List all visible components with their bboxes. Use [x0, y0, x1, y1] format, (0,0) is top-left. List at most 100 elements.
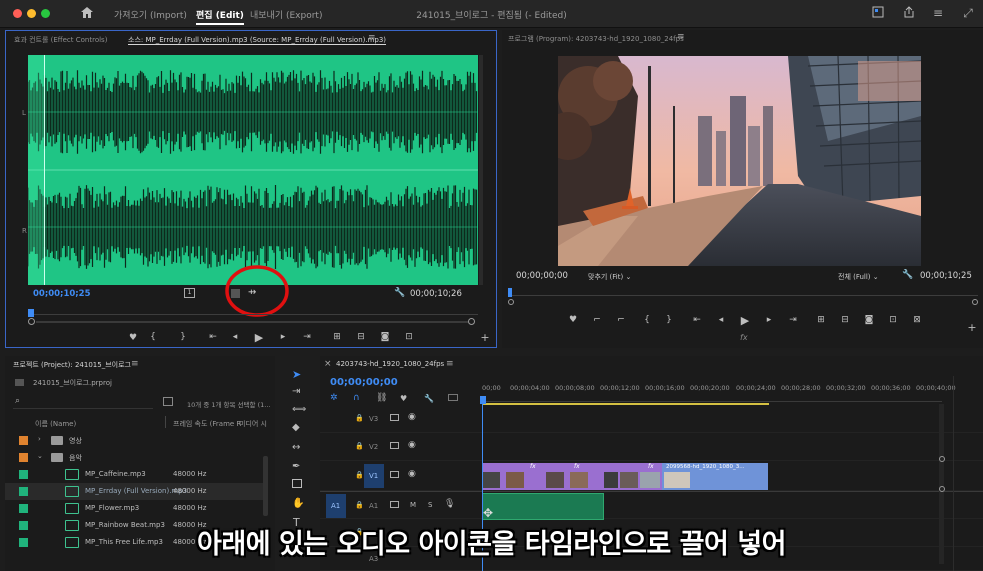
program-time-ruler[interactable]: [508, 288, 978, 297]
program-add-button-icon[interactable]: +: [965, 321, 979, 334]
snap-icon[interactable]: ∩: [353, 393, 360, 403]
program-play-button[interactable]: ▶: [738, 314, 752, 327]
sync-lock-icon[interactable]: [390, 471, 399, 478]
workspaces-menu-icon[interactable]: ≡: [931, 6, 945, 20]
overwrite-icon[interactable]: ⊟: [354, 332, 368, 342]
track-label-v2[interactable]: V2: [369, 443, 378, 451]
list-item-folder-video[interactable]: › 영상: [5, 432, 267, 449]
audio-file-icon[interactable]: [65, 469, 79, 480]
zoom-handle[interactable]: [939, 486, 945, 492]
audio-file-icon[interactable]: [65, 486, 79, 497]
column-name[interactable]: 이름 (Name): [35, 419, 76, 429]
sync-lock-icon[interactable]: [390, 442, 399, 449]
zoom-handle[interactable]: [939, 456, 945, 462]
sync-lock-icon[interactable]: [390, 414, 399, 421]
play-button[interactable]: ▶: [252, 331, 266, 344]
collapse-chevron-icon[interactable]: ⌄: [37, 452, 43, 460]
label-color-swatch[interactable]: [19, 453, 28, 462]
timeline-menu-icon[interactable]: ≡: [446, 359, 454, 369]
program-mark-in-icon[interactable]: ⌐: [590, 315, 604, 325]
fullscreen-icon[interactable]: ⤢: [961, 6, 975, 20]
list-item-folder-music[interactable]: ⌄ 음악: [5, 449, 267, 466]
track-select-tool-icon[interactable]: ⇥: [292, 386, 300, 397]
program-fx-icon[interactable]: fx: [740, 333, 748, 342]
eye-icon[interactable]: ◉: [408, 469, 416, 479]
source-zoom-right-handle[interactable]: [468, 318, 475, 325]
column-media[interactable]: 미디어 시: [239, 419, 267, 429]
quality-dropdown[interactable]: 전체 (Full) ⌄: [838, 272, 879, 282]
fit-dropdown[interactable]: 맞추기 (Fit) ⌄: [588, 272, 631, 282]
rectangle-tool-icon[interactable]: [292, 479, 302, 488]
timeline-ruler[interactable]: 00;00 00;00;04;00 00;00;08;00 00;00;12;0…: [482, 384, 956, 402]
mark-out-icon[interactable]: }: [176, 332, 190, 342]
source-ruler-playhead[interactable]: [28, 309, 34, 317]
program-current-timecode[interactable]: 00;00;00;00: [516, 271, 568, 281]
list-item-audio-selected[interactable]: MP_Errday (Full Version).mp3 48000 Hz: [5, 483, 267, 500]
program-zoom-right-handle[interactable]: [972, 299, 978, 305]
audio-file-icon[interactable]: [65, 503, 79, 514]
label-color-swatch[interactable]: [19, 436, 28, 445]
share-icon[interactable]: [902, 6, 916, 20]
lock-icon[interactable]: 🔒: [355, 414, 364, 422]
button-editor-icon[interactable]: ⊡: [402, 332, 416, 342]
list-item-audio[interactable]: MP_Caffeine.mp3 48000 Hz: [5, 466, 267, 483]
timeline-playhead-handle[interactable]: [480, 396, 486, 404]
program-go-to-in-icon[interactable]: ⇤: [690, 315, 704, 325]
project-panel-menu-icon[interactable]: ≡: [131, 359, 139, 369]
source-current-timecode[interactable]: 00;00;10;25: [33, 289, 91, 299]
tab-program[interactable]: 프로그램 (Program): 4203743-hd_1920_1080_24f…: [508, 30, 684, 46]
project-scrollbar[interactable]: [263, 456, 268, 516]
lock-icon[interactable]: 🔒: [355, 471, 364, 479]
source-panel-menu-icon[interactable]: ≡: [368, 33, 376, 43]
camera-export-frame-icon[interactable]: ◙: [378, 332, 392, 342]
step-back-icon[interactable]: ◂: [228, 332, 242, 342]
insert-icon[interactable]: ⊞: [330, 332, 344, 342]
step-forward-icon[interactable]: ▸: [276, 332, 290, 342]
list-item-audio[interactable]: MP_Flower.mp3 48000 Hz: [5, 500, 267, 517]
ripple-edit-tool-icon[interactable]: ⟺: [292, 404, 306, 415]
program-clear-in-icon[interactable]: {: [640, 315, 654, 325]
project-search-input[interactable]: ⌕: [13, 396, 153, 409]
track-label-v1[interactable]: V1: [369, 472, 378, 480]
label-color-swatch[interactable]: [19, 487, 28, 496]
program-zoom-left-handle[interactable]: [508, 299, 514, 305]
lock-icon[interactable]: 🔒: [355, 442, 364, 450]
tab-project[interactable]: 프로젝트 (Project): 241015_브이로그: [13, 356, 131, 372]
source-time-ruler[interactable]: [28, 307, 478, 317]
add-button-icon[interactable]: +: [478, 331, 492, 344]
eye-icon[interactable]: ◉: [408, 412, 416, 422]
program-proxy-icon[interactable]: ⊠: [910, 315, 924, 325]
slip-tool-icon[interactable]: ↔: [292, 442, 300, 453]
microphone-icon[interactable]: 🎙: [444, 499, 455, 509]
timeline-timecode[interactable]: 00;00;00;00: [330, 377, 398, 388]
program-mark-out-icon[interactable]: ⌐: [614, 315, 628, 325]
program-step-back-icon[interactable]: ◂: [714, 315, 728, 325]
label-color-swatch[interactable]: [19, 504, 28, 513]
close-sequence-icon[interactable]: ×: [324, 359, 332, 369]
column-frame-rate[interactable]: 프레임 속도 (Frame R: [173, 419, 241, 429]
selection-tool-icon[interactable]: ➤: [292, 368, 301, 381]
solo-button[interactable]: S: [428, 501, 432, 509]
source-zoom-bar[interactable]: [36, 321, 468, 323]
add-marker-icon[interactable]: ♥: [400, 394, 407, 403]
audio-clip-being-dragged[interactable]: [482, 493, 604, 520]
program-step-forward-icon[interactable]: ▸: [762, 315, 776, 325]
pen-tool-icon[interactable]: ✒: [292, 461, 300, 472]
lock-icon[interactable]: 🔒: [355, 501, 364, 509]
eye-icon[interactable]: ◉: [408, 440, 416, 450]
quick-export-icon[interactable]: [871, 6, 885, 20]
add-marker-icon[interactable]: ♥: [126, 333, 140, 343]
program-go-to-out-icon[interactable]: ⇥: [786, 315, 800, 325]
tab-sequence[interactable]: 4203743-hd_1920_1080_24fps: [336, 356, 444, 372]
program-export-frame-icon[interactable]: ◙: [862, 315, 876, 325]
linked-selection-icon[interactable]: ⛓: [376, 393, 387, 403]
nest-toggle-icon[interactable]: ✲: [330, 393, 338, 403]
go-to-in-icon[interactable]: ⇤: [206, 332, 220, 342]
expand-chevron-icon[interactable]: ›: [38, 435, 41, 443]
razor-tool-icon[interactable]: ◆: [292, 422, 300, 433]
new-bin-from-search-icon[interactable]: [163, 397, 173, 406]
wrench-settings-icon[interactable]: 🔧: [394, 288, 405, 298]
track-label-a1[interactable]: A1: [369, 502, 378, 510]
resolution-icon[interactable]: 1: [184, 288, 195, 298]
program-clear-out-icon[interactable]: }: [662, 315, 676, 325]
